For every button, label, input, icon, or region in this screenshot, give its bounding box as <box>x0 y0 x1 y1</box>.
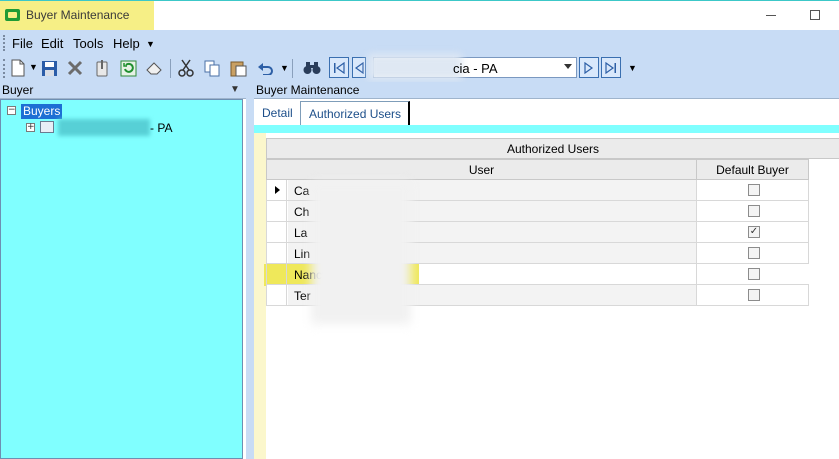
user-name: Ch <box>294 205 310 219</box>
maintenance-pane-header: Buyer Maintenance <box>254 82 839 99</box>
expand-icon[interactable]: + <box>26 123 35 132</box>
title-bar: Buyer Maintenance <box>0 0 839 31</box>
delete-icon[interactable] <box>65 58 85 78</box>
redacted-region <box>58 119 150 136</box>
refresh-icon[interactable] <box>118 58 138 78</box>
nav-dropdown-icon[interactable]: ▼ <box>628 63 637 73</box>
row-selector[interactable] <box>267 243 287 263</box>
default-buyer-checkbox-checked[interactable]: ✓ <box>748 226 760 238</box>
last-record-button[interactable] <box>601 57 621 78</box>
tab-content-band <box>254 125 839 133</box>
default-buyer-cell[interactable]: ✓ <box>698 222 810 242</box>
paste-icon[interactable] <box>228 58 248 78</box>
menu-overflow-icon[interactable]: ▼ <box>146 39 155 49</box>
binoculars-icon[interactable] <box>302 58 322 78</box>
first-record-button[interactable] <box>329 57 349 78</box>
row-selector[interactable] <box>267 264 287 284</box>
undo-dropdown-icon[interactable]: ▼ <box>280 63 289 73</box>
record-combo-value: cia - PA <box>453 61 498 76</box>
current-row-icon <box>275 186 280 194</box>
cut-icon[interactable] <box>176 58 196 78</box>
menu-bar: File Edit Tools Help ▼ <box>0 30 839 55</box>
undo-icon[interactable] <box>255 58 275 78</box>
new-doc-icon[interactable] <box>8 58 28 78</box>
tab-authorized-users[interactable]: Authorized Users <box>300 101 410 126</box>
row-selector[interactable] <box>267 201 287 221</box>
record-combo[interactable]: cia - PA <box>368 54 577 80</box>
minimize-button[interactable] <box>766 15 776 16</box>
buyer-pane-title: Buyer <box>2 83 34 97</box>
default-buyer-checkbox[interactable] <box>748 205 760 217</box>
pin-icon[interactable]: ▼ <box>230 84 240 95</box>
default-buyer-checkbox[interactable] <box>748 268 760 280</box>
toolbar-separator <box>170 59 171 78</box>
menu-edit[interactable]: Edit <box>41 36 63 51</box>
default-buyer-checkbox[interactable] <box>748 184 760 196</box>
toolbar-separator <box>292 59 293 78</box>
buyer-tree-panel[interactable] <box>0 99 243 459</box>
previous-record-button[interactable] <box>352 57 366 78</box>
default-buyer-cell[interactable] <box>698 285 810 305</box>
column-header-user[interactable]: User <box>266 159 697 180</box>
user-name: Ter <box>294 289 311 303</box>
user-name: La <box>294 226 308 240</box>
book-icon <box>40 121 54 133</box>
menu-file[interactable]: File <box>12 36 33 51</box>
save-icon[interactable] <box>39 58 59 78</box>
default-buyer-cell[interactable] <box>698 201 810 221</box>
maximize-button[interactable] <box>810 10 820 20</box>
pane-splitter[interactable] <box>246 82 254 459</box>
row-selector[interactable] <box>267 285 287 305</box>
menu-grip <box>3 35 6 51</box>
row-selector[interactable] <box>267 180 287 200</box>
grid-caption: Authorized Users <box>266 138 839 159</box>
tree-child-buyer[interactable]: - PA <box>150 121 172 135</box>
menu-tools[interactable]: Tools <box>73 36 103 51</box>
maintenance-pane-title: Buyer Maintenance <box>256 83 360 97</box>
copy-icon[interactable] <box>202 58 222 78</box>
user-name: Lin <box>294 247 311 261</box>
buyer-pane-header: Buyer ▼ <box>0 82 246 99</box>
column-header-default-buyer[interactable]: Default Buyer <box>696 159 809 180</box>
user-name: Ca <box>294 184 310 198</box>
combo-arrow-icon[interactable] <box>564 64 572 69</box>
menu-help[interactable]: Help <box>113 36 140 51</box>
new-dropdown-icon[interactable]: ▼ <box>29 62 38 72</box>
default-buyer-cell[interactable] <box>698 180 810 200</box>
row-selector[interactable] <box>267 222 287 242</box>
window-title: Buyer Maintenance <box>26 8 130 22</box>
attach-icon[interactable] <box>92 58 112 78</box>
redacted-region <box>311 182 411 324</box>
default-buyer-cell[interactable] <box>698 243 810 263</box>
grid-left-strip <box>254 133 266 459</box>
default-buyer-cell[interactable] <box>698 264 810 284</box>
default-buyer-checkbox[interactable] <box>748 247 760 259</box>
redacted-region <box>368 54 462 80</box>
next-record-button[interactable] <box>579 57 599 78</box>
toolbar-grip <box>3 59 6 78</box>
collapse-icon[interactable]: − <box>7 106 16 115</box>
eraser-icon[interactable] <box>145 58 165 78</box>
default-buyer-checkbox[interactable] <box>748 289 760 301</box>
tab-detail[interactable]: Detail <box>262 106 293 120</box>
toolbar: ▼ ▼ cia - PA ▼ <box>0 54 839 82</box>
tree-root-buyers[interactable]: Buyers <box>21 104 63 119</box>
app-icon <box>5 9 20 21</box>
